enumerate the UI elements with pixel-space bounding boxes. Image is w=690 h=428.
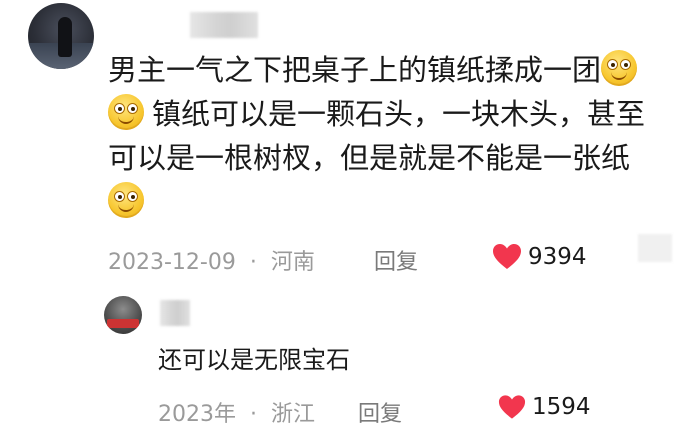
reply-button[interactable]: 回复 [374, 244, 418, 276]
reply-meta: 2023年 · 浙江 [158, 396, 315, 428]
avatar-tag [107, 319, 139, 328]
comment-line-4 [108, 180, 668, 224]
like-button[interactable]: 9394 [492, 243, 587, 270]
comment-line-2-text: 镇纸可以是一颗石头，一块木头，甚至 [152, 97, 646, 131]
reply-date: 2023年 [158, 402, 236, 427]
comment-body: 男主一气之下把桌子上的镇纸揉成一团 镇纸可以是一颗石头，一块木头，甚至 可以是一… [108, 48, 668, 224]
reply-user-avatar[interactable] [104, 296, 142, 334]
comment-line-1-text: 男主一气之下把桌子上的镇纸揉成一团 [108, 53, 602, 87]
comment-line-2: 镇纸可以是一颗石头，一块木头，甚至 [108, 92, 668, 136]
avatar-figure [58, 17, 72, 57]
like-count: 9394 [528, 243, 587, 270]
comment-line-1: 男主一气之下把桌子上的镇纸揉成一团 [108, 48, 668, 92]
comment-line-3: 可以是一根树杈，但是就是不能是一张纸 [108, 136, 668, 180]
reply-body: 还可以是无限宝石 [158, 346, 350, 374]
comment-line-3-text: 可以是一根树杈，但是就是不能是一张纸 [108, 141, 631, 175]
more-options-icon[interactable] [638, 234, 672, 262]
smile-emoji-icon [108, 182, 144, 218]
reply-like-button[interactable]: 1594 [498, 394, 591, 420]
comment-location: 河南 [270, 250, 315, 275]
reply-location: 浙江 [271, 402, 316, 427]
comment-meta: 2023-12-09 · 河南 [108, 244, 315, 276]
heart-icon [493, 244, 521, 269]
smile-emoji-icon [108, 94, 144, 130]
comment-date: 2023-12-09 [108, 250, 236, 275]
user-avatar[interactable] [28, 3, 94, 69]
meta-separator: · [249, 250, 257, 275]
username-blurred[interactable] [190, 12, 258, 38]
reply-like-count: 1594 [532, 394, 591, 420]
reply-username-blurred[interactable] [160, 300, 190, 326]
meta-separator: · [250, 402, 257, 427]
reply-reply-button[interactable]: 回复 [358, 396, 402, 428]
heart-icon [498, 395, 526, 419]
smile-emoji-icon [601, 50, 638, 86]
